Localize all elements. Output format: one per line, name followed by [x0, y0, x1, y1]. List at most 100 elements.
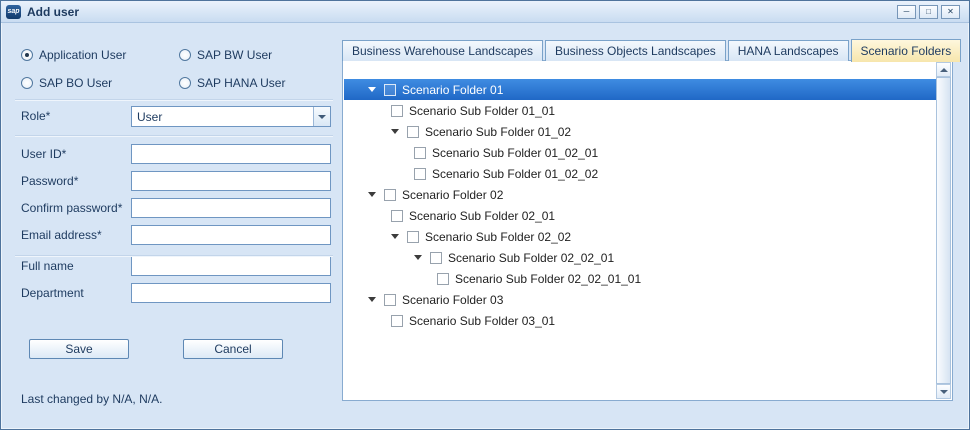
scroll-down-icon[interactable] [936, 384, 951, 399]
radio-application-user[interactable]: Application User [21, 41, 173, 69]
separator [15, 255, 333, 257]
checkbox[interactable] [384, 294, 396, 306]
tree-row-label: Scenario Folder 03 [402, 293, 503, 307]
close-icon[interactable]: ✕ [941, 5, 960, 19]
user-id-input[interactable] [131, 144, 331, 164]
department-label: Department [21, 286, 84, 300]
window-controls: ─ □ ✕ [897, 5, 960, 19]
tree-row[interactable]: Scenario Sub Folder 01_01 [344, 100, 936, 121]
radio-sap-bo-user[interactable]: SAP BO User [21, 69, 173, 97]
department-input[interactable] [131, 283, 331, 303]
form-fields: User ID* Password* Confirm password* Email … [21, 144, 331, 310]
checkbox[interactable] [391, 105, 403, 117]
tree-row-label: Scenario Sub Folder 01_01 [409, 104, 555, 118]
password-label: Password* [21, 174, 78, 188]
field-row-confirm-password: Confirm password* [21, 198, 331, 218]
radio-button-icon[interactable] [21, 77, 33, 89]
radio-button-icon[interactable] [179, 49, 191, 61]
role-combobox[interactable]: User [131, 106, 331, 127]
tab-hana-landscapes[interactable]: HANA Landscapes [728, 40, 849, 61]
tree-row[interactable]: Scenario Sub Folder 02_02_01 [344, 247, 936, 268]
confirm-password-label: Confirm password* [21, 201, 122, 215]
checkbox[interactable] [407, 231, 419, 243]
tab-scenario-folders[interactable]: Scenario Folders [851, 39, 962, 62]
window-title: Add user [27, 5, 79, 19]
full-name-input[interactable] [131, 256, 331, 276]
user-id-label: User ID* [21, 147, 66, 161]
scrollbar-thumb[interactable] [936, 77, 951, 384]
tree-row[interactable]: Scenario Folder 03 [344, 289, 936, 310]
radio-label: Application User [39, 48, 126, 62]
expander-chevron-down-icon[interactable] [368, 192, 376, 197]
checkbox[interactable] [407, 126, 419, 138]
maximize-icon[interactable]: □ [919, 5, 938, 19]
expander-chevron-down-icon[interactable] [391, 129, 399, 134]
tree-row-label: Scenario Sub Folder 03_01 [409, 314, 555, 328]
scenario-folder-tree: Scenario Folder 01 Scenario Sub Folder 01… [344, 62, 936, 399]
tree-row[interactable]: Scenario Sub Folder 02_01 [344, 205, 936, 226]
expander-chevron-down-icon[interactable] [391, 234, 399, 239]
landscape-tabs: Business Warehouse LandscapesBusiness Ob… [342, 37, 963, 61]
chevron-down-icon[interactable] [313, 107, 330, 126]
radio-sap-hana-user[interactable]: SAP HANA User [179, 69, 285, 97]
save-button[interactable]: Save [29, 339, 129, 359]
last-changed-text: Last changed by N/A, N/A. [21, 392, 162, 406]
tree-row-label: Scenario Sub Folder 02_02 [425, 230, 571, 244]
radio-button-icon[interactable] [21, 49, 33, 61]
tree-row[interactable]: Scenario Sub Folder 01_02_01 [344, 142, 936, 163]
field-row-full-name: Full name [21, 256, 331, 276]
confirm-password-input[interactable] [131, 198, 331, 218]
tree-row[interactable]: Scenario Sub Folder 02_02_01_01 [344, 268, 936, 289]
field-row-department: Department [21, 283, 331, 303]
field-row-email-address: Email address* [21, 225, 331, 245]
checkbox[interactable] [391, 315, 403, 327]
separator [15, 99, 333, 101]
field-row-user-id: User ID* [21, 144, 331, 164]
tree-row[interactable]: Scenario Folder 01 [344, 79, 936, 100]
email-address-label: Email address* [21, 228, 102, 242]
checkbox[interactable] [414, 168, 426, 180]
radio-sap-bw-user[interactable]: SAP BW User [179, 41, 285, 69]
separator [15, 135, 333, 137]
tree-row-label: Scenario Sub Folder 01_02_02 [432, 167, 598, 181]
checkbox[interactable] [384, 189, 396, 201]
expander-chevron-down-icon[interactable] [368, 297, 376, 302]
radio-button-icon[interactable] [179, 77, 191, 89]
expander-chevron-down-icon[interactable] [368, 87, 376, 92]
vertical-scrollbar[interactable] [936, 62, 951, 399]
scroll-up-icon[interactable] [936, 62, 951, 77]
tree-row-label: Scenario Folder 02 [402, 188, 503, 202]
cancel-button[interactable]: Cancel [183, 339, 283, 359]
scenario-folders-panel: Scenario Folder 01 Scenario Sub Folder 01… [342, 60, 953, 401]
user-form-panel: Application User SAP BW UserSAP BO User SA… [13, 31, 337, 423]
tree-row[interactable]: Scenario Sub Folder 03_01 [344, 310, 936, 331]
expander-chevron-down-icon[interactable] [414, 255, 422, 260]
tab-business-objects-landscapes[interactable]: Business Objects Landscapes [545, 40, 726, 61]
tree-row[interactable]: Scenario Sub Folder 02_02 [344, 226, 936, 247]
user-type-radio-group: Application User SAP BW UserSAP BO User SA… [21, 41, 285, 97]
tree-row[interactable]: Scenario Sub Folder 01_02_02 [344, 163, 936, 184]
checkbox[interactable] [391, 210, 403, 222]
app-logo-icon: sap [6, 5, 21, 19]
checkbox[interactable] [384, 84, 396, 96]
tree-row-label: Scenario Sub Folder 02_01 [409, 209, 555, 223]
role-selected-value: User [132, 107, 313, 126]
tree-row-label: Scenario Sub Folder 01_02_01 [432, 146, 598, 160]
email-address-input[interactable] [131, 225, 331, 245]
titlebar: sap Add user ─ □ ✕ [1, 1, 969, 23]
tab-business-warehouse-landscapes[interactable]: Business Warehouse Landscapes [342, 40, 543, 61]
tree-row[interactable]: Scenario Sub Folder 01_02 [344, 121, 936, 142]
role-label: Role* [21, 109, 50, 123]
tree-row[interactable]: Scenario Folder 02 [344, 184, 936, 205]
checkbox[interactable] [437, 273, 449, 285]
role-row: Role* User [21, 106, 331, 127]
tree-row-label: Scenario Sub Folder 01_02 [425, 125, 571, 139]
checkbox[interactable] [430, 252, 442, 264]
full-name-label: Full name [21, 259, 74, 273]
add-user-dialog: sap Add user ─ □ ✕ Application User SAP B… [0, 0, 970, 430]
checkbox[interactable] [414, 147, 426, 159]
password-input[interactable] [131, 171, 331, 191]
radio-label: SAP HANA User [197, 76, 285, 90]
minimize-icon[interactable]: ─ [897, 5, 916, 19]
tree-row-label: Scenario Sub Folder 02_02_01 [448, 251, 614, 265]
